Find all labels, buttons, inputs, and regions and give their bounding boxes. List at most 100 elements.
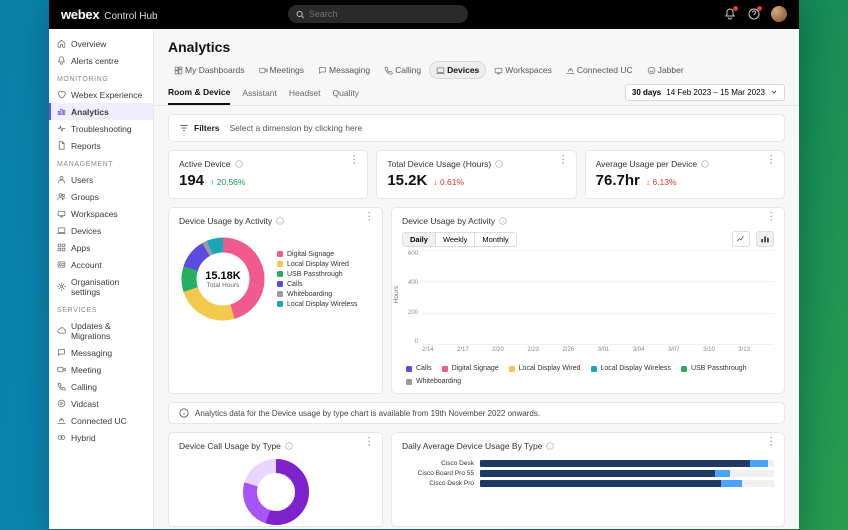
kpi-title: Average Usage per Device: [596, 159, 774, 169]
x-axis: 2/142/172/202/232/263/013/043/073/103/13: [422, 347, 774, 361]
legend-item: USB Passthrough: [681, 365, 747, 372]
search-icon: [296, 10, 304, 19]
subtab-assistant[interactable]: Assistant: [242, 84, 277, 104]
sidebar-item-alerts-centre[interactable]: Alerts centre: [49, 52, 153, 69]
tab-meetings[interactable]: Meetings: [253, 62, 311, 78]
subtab-room-device[interactable]: Room & Device: [168, 83, 230, 105]
bar-view-button[interactable]: [756, 231, 774, 247]
sidebar-item-vidcast[interactable]: Vidcast: [49, 395, 153, 412]
date-range-picker[interactable]: 30 days 14 Feb 2023 – 15 Mar 2023: [625, 84, 785, 101]
tab-label: Devices: [447, 65, 479, 75]
sidebar-item-label: Troubleshooting: [71, 124, 132, 134]
sidebar-item-label: Devices: [71, 226, 101, 236]
kpi-card: ⋯ Average Usage per Device 76.7hr↓ 6.13%: [585, 150, 785, 199]
sidebar-item-users[interactable]: Users: [49, 171, 153, 188]
y-axis-label: Hours: [393, 286, 400, 303]
meeting-icon: [57, 365, 66, 374]
card-menu-button[interactable]: ⋯: [767, 211, 773, 223]
notifications-button[interactable]: [723, 7, 737, 21]
sidebar-item-calling[interactable]: Calling: [49, 378, 153, 395]
subtab-quality[interactable]: Quality: [333, 84, 359, 104]
sidebar-item-label: Workspaces: [71, 209, 118, 219]
sidebar-item-label: Overview: [71, 39, 106, 49]
sidebar-item-hybrid[interactable]: Hybrid: [49, 429, 153, 446]
avatar[interactable]: [771, 6, 787, 22]
legend-item: Calls: [406, 365, 432, 372]
kpi-value: 15.2K: [387, 172, 427, 189]
sidebar-item-troubleshooting[interactable]: Troubleshooting: [49, 120, 153, 137]
card-menu-button[interactable]: ⋯: [767, 436, 773, 448]
sidebar-item-analytics[interactable]: Analytics: [49, 103, 153, 120]
donut-chart: 15.18K Total Hours: [179, 235, 267, 323]
sidebar-item-account[interactable]: Account: [49, 256, 153, 273]
row3: ⋯ Device Call Usage by Type: [168, 432, 785, 527]
line-chart-icon: [736, 234, 746, 244]
legend-label: Local Display Wired: [287, 261, 349, 268]
sidebar-item-updates-migrations[interactable]: Updates & Migrations: [49, 317, 153, 344]
msg-icon: [57, 348, 66, 357]
info-icon: [285, 442, 293, 450]
legend-swatch: [406, 366, 412, 372]
date-range-text: 14 Feb 2023 – 15 Mar 2023: [666, 88, 765, 97]
line-view-button[interactable]: [732, 231, 750, 247]
chart-tools: DailyWeeklyMonthly: [402, 231, 774, 247]
account-icon: [57, 260, 66, 269]
home-icon: [57, 39, 66, 48]
sidebar-item-label: Connected UC: [71, 416, 127, 426]
card-menu-button[interactable]: ⋯: [365, 211, 371, 223]
period-weekly[interactable]: Weekly: [435, 233, 474, 246]
info-banner-text: Analytics data for the Device usage by t…: [195, 409, 540, 418]
sidebar-item-devices[interactable]: Devices: [49, 222, 153, 239]
charts-row: ⋯ Device Usage by Activity 15.18K Total …: [168, 207, 785, 394]
sidebar-item-connected-uc[interactable]: Connected UC: [49, 412, 153, 429]
info-icon: [276, 217, 284, 225]
tab-jabber[interactable]: Jabber: [641, 62, 690, 78]
info-icon: [179, 408, 189, 418]
hbar-track: [480, 460, 774, 467]
y-axis: 6004002000: [402, 251, 420, 345]
filters-label: Filters: [179, 123, 220, 133]
search-box[interactable]: [288, 5, 468, 23]
cloud-icon: [57, 326, 66, 335]
card-menu-button[interactable]: ⋯: [365, 436, 371, 448]
period-daily[interactable]: Daily: [403, 233, 435, 246]
tab-devices[interactable]: Devices: [429, 61, 486, 79]
sidebar-item-organisation-settings[interactable]: Organisation settings: [49, 273, 153, 300]
info-icon: [499, 217, 507, 225]
card-menu-button[interactable]: ⋯: [559, 154, 565, 166]
legend-item: USB Passthrough: [277, 271, 357, 278]
sidebar-item-messaging[interactable]: Messaging: [49, 344, 153, 361]
sidebar-item-meeting[interactable]: Meeting: [49, 361, 153, 378]
sidebar-item-reports[interactable]: Reports: [49, 137, 153, 154]
tab-calling[interactable]: Calling: [378, 62, 427, 78]
tab-messaging[interactable]: Messaging: [312, 62, 376, 78]
sidebar-item-label: Apps: [71, 243, 90, 253]
period-buttons: DailyWeeklyMonthly: [402, 232, 517, 247]
sidebar-item-webex-experience[interactable]: Webex Experience: [49, 86, 153, 103]
search-input[interactable]: [309, 9, 460, 19]
tab-my-dashboards[interactable]: My Dashboards: [168, 62, 251, 78]
help-button[interactable]: [747, 7, 761, 21]
help-dot: [757, 6, 762, 11]
tab-connected-uc[interactable]: Connected UC: [560, 62, 639, 78]
sidebar-item-workspaces[interactable]: Workspaces: [49, 205, 153, 222]
filters-card[interactable]: Filters Select a dimension by clicking h…: [168, 114, 785, 142]
legend-item: Local Display Wireless: [277, 301, 357, 308]
period-monthly[interactable]: Monthly: [474, 233, 515, 246]
call-usage-card: ⋯ Device Call Usage by Type: [168, 432, 383, 527]
sidebar-item-overview[interactable]: Overview: [49, 35, 153, 52]
call-usage-donut: [240, 456, 312, 527]
card-menu-button[interactable]: ⋯: [767, 154, 773, 166]
tab-workspaces[interactable]: Workspaces: [488, 62, 558, 78]
sidebar-item-groups[interactable]: Groups: [49, 188, 153, 205]
bar-chart-icon: [760, 234, 770, 244]
card-menu-button[interactable]: ⋯: [351, 154, 357, 166]
jabber-icon: [647, 66, 655, 74]
legend-swatch: [277, 301, 283, 307]
kpi-change: ↑ 20.56%: [210, 177, 245, 187]
hbar-primary: [480, 480, 721, 487]
legend-swatch: [277, 271, 283, 277]
sidebar-item-apps[interactable]: Apps: [49, 239, 153, 256]
uc-icon: [566, 66, 574, 74]
subtab-headset[interactable]: Headset: [289, 84, 321, 104]
